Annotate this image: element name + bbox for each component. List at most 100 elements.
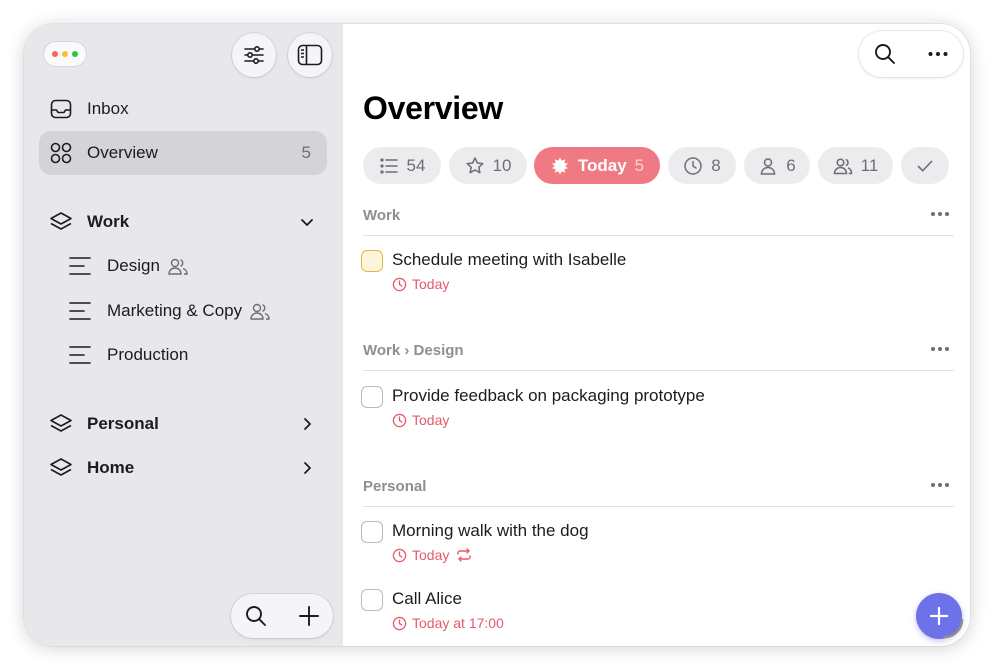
sidebar-area-home[interactable]: Home [39, 448, 327, 488]
section-divider [363, 235, 954, 236]
filter-chip-today[interactable]: Today 5 [534, 147, 660, 184]
add-list-icon[interactable] [297, 604, 321, 628]
task-item[interactable]: Schedule meeting with Isabelle Today [361, 248, 921, 300]
clock-icon [684, 156, 703, 175]
sidebar-item-inbox[interactable]: Inbox [39, 87, 327, 131]
filter-chip-count: 10 [492, 155, 512, 175]
clock-icon [392, 413, 407, 427]
sidebar-area-personal[interactable]: Personal [39, 404, 327, 444]
task-title: Call Alice [392, 589, 462, 608]
sun-icon [551, 157, 568, 174]
task-checkbox[interactable] [361, 250, 383, 272]
more-options-icon[interactable] [930, 481, 950, 489]
filter-chip-count: 5 [634, 155, 645, 175]
task-due-date: Today [412, 412, 450, 428]
main-toolbar [859, 31, 963, 77]
list-icon [379, 157, 398, 174]
zoom-window-dot[interactable] [72, 51, 78, 57]
filter-settings-button[interactable] [232, 33, 276, 77]
clock-icon [392, 616, 407, 630]
more-options-icon[interactable] [930, 210, 950, 218]
sidebar-item-overview[interactable]: Overview 5 [39, 131, 327, 175]
task-checkbox[interactable] [361, 589, 383, 611]
checkmark-icon [917, 160, 933, 171]
sliders-icon [244, 45, 264, 65]
project-list-icon [69, 257, 91, 275]
filter-chip-shared[interactable]: 11 [818, 147, 893, 184]
overview-grid-icon [50, 142, 72, 164]
shared-people-icon [168, 258, 188, 275]
shared-people-icon [250, 303, 270, 320]
page-title: Overview [363, 90, 503, 126]
window-controls[interactable] [44, 42, 86, 66]
task-due-date: Today [412, 276, 450, 292]
task-checkbox[interactable] [361, 521, 383, 543]
task-item[interactable]: Morning walk with the dog Today [361, 519, 921, 571]
toggle-sidebar-button[interactable] [288, 33, 332, 77]
filter-chip-completed[interactable] [901, 147, 949, 184]
filter-chip-count: 11 [860, 155, 879, 175]
sidebar-area-label: Home [87, 458, 135, 477]
task-meta: Today at 17:00 [392, 615, 504, 631]
filter-chip-count: 6 [786, 155, 796, 175]
section-divider [363, 370, 954, 371]
more-options-icon[interactable] [926, 42, 950, 66]
main-content: Overview 54 10 Today 5 8 6 11 Work Sched… [343, 24, 970, 646]
task-checkbox[interactable] [361, 386, 383, 408]
chevron-right-icon[interactable] [299, 416, 315, 432]
section-divider [363, 506, 954, 507]
sidebar-project-marketing[interactable]: Marketing & Copy [59, 291, 327, 331]
people-icon [833, 157, 852, 174]
search-icon[interactable] [873, 42, 897, 66]
sidebar-project-design[interactable]: Design [59, 246, 327, 286]
more-options-icon[interactable] [930, 345, 950, 353]
person-icon [761, 157, 776, 175]
filter-chip-scheduled[interactable]: 8 [668, 147, 736, 184]
sidebar-project-label: Marketing & Copy [107, 301, 243, 320]
task-meta: Today [392, 276, 449, 292]
section-header: Work [363, 202, 954, 236]
sidebar-project-label: Production [107, 345, 189, 364]
section-header: Work › Design [363, 337, 954, 371]
task-title: Provide feedback on packaging prototype [392, 386, 705, 405]
clock-icon [392, 277, 407, 291]
sidebar-icon [297, 44, 323, 66]
task-title: Morning walk with the dog [392, 521, 589, 540]
chevron-down-icon[interactable] [299, 214, 315, 230]
sidebar-item-label: Overview [87, 143, 158, 162]
minimize-window-dot[interactable] [62, 51, 68, 57]
window-resize-handle-icon[interactable] [939, 614, 965, 640]
sidebar-item-label: Inbox [87, 99, 129, 118]
task-meta: Today [392, 412, 449, 428]
filter-chip-label: Today [577, 155, 627, 175]
project-list-icon [69, 302, 91, 320]
task-item[interactable]: Call Alice Today at 17:00 [361, 587, 921, 639]
layers-icon [50, 414, 72, 432]
section-title: Personal [363, 478, 427, 495]
section-title: Work › Design [363, 342, 464, 359]
filter-chip-all[interactable]: 54 [363, 147, 441, 184]
task-item[interactable]: Provide feedback on packaging prototype … [361, 384, 921, 436]
search-icon[interactable] [244, 604, 268, 628]
sidebar: Inbox Overview 5 Work Design Marketing &… [24, 24, 343, 646]
inbox-icon [50, 99, 72, 119]
star-icon [465, 156, 484, 173]
sidebar-area-work[interactable]: Work [39, 202, 327, 242]
sidebar-project-production[interactable]: Production [59, 335, 327, 375]
filter-chip-starred[interactable]: 10 [449, 147, 527, 184]
filter-chip-assigned-to-me[interactable]: 6 [744, 147, 810, 184]
app-window: Inbox Overview 5 Work Design Marketing &… [24, 24, 970, 646]
task-title: Schedule meeting with Isabelle [392, 250, 627, 269]
sidebar-bottom-toolbar [231, 594, 333, 638]
layers-icon [50, 212, 72, 230]
close-window-dot[interactable] [52, 51, 58, 57]
layers-icon [50, 458, 72, 476]
chevron-right-icon[interactable] [299, 460, 315, 476]
project-list-icon [69, 346, 91, 364]
sidebar-area-label: Work [87, 212, 130, 231]
repeat-icon [457, 548, 472, 562]
sidebar-area-label: Personal [87, 414, 159, 433]
section-header: Personal [363, 473, 954, 507]
clock-icon [392, 548, 407, 562]
task-due-date: Today [412, 547, 450, 563]
